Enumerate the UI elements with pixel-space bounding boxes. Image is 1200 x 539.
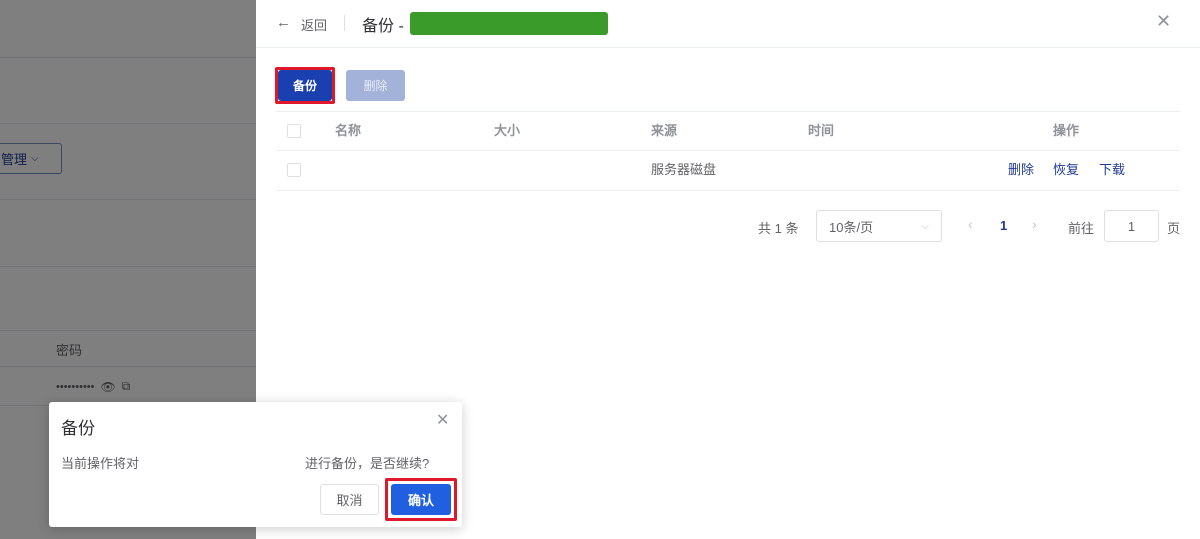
prev-page-icon[interactable]: ‹ <box>968 216 973 232</box>
column-header-time: 时间 <box>808 123 835 138</box>
current-page-number[interactable]: 1 <box>1000 218 1007 233</box>
select-all-checkbox[interactable] <box>287 124 301 138</box>
back-arrow-icon[interactable]: ← <box>276 14 291 31</box>
row-restore-link[interactable]: 恢复 <box>1053 151 1079 191</box>
column-header-name: 名称 <box>335 123 362 138</box>
column-header-size: 大小 <box>494 123 521 138</box>
goto-label: 前往 <box>1068 221 1095 236</box>
backup-table: 名称 大小 来源 时间 操作 服务器磁盘 删除 恢复 下载 <box>276 111 1180 191</box>
drawer-header: ← 返回 备份 - ✕ <box>256 0 1200 48</box>
backup-button-highlight <box>275 67 335 104</box>
goto-page-input[interactable] <box>1104 210 1159 242</box>
next-page-icon[interactable]: › <box>1032 216 1037 232</box>
delete-button: 删除 <box>346 70 405 101</box>
dialog-title: 备份 <box>61 419 95 438</box>
row-download-link[interactable]: 下载 <box>1099 151 1125 191</box>
row-source: 服务器磁盘 <box>651 162 717 177</box>
close-icon[interactable]: ✕ <box>1156 11 1171 32</box>
header-divider <box>344 15 345 31</box>
column-header-source: 来源 <box>651 123 678 138</box>
row-checkbox[interactable] <box>287 163 301 177</box>
table-header: 名称 大小 来源 时间 操作 <box>276 111 1180 151</box>
page-size-value: 10条/页 <box>829 219 874 235</box>
drawer-title: 备份 - <box>362 18 404 35</box>
column-header-actions: 操作 <box>1053 123 1080 138</box>
page-size-select[interactable]: 10条/页 ⌵ <box>816 210 942 242</box>
cancel-button[interactable]: 取消 <box>320 484 379 515</box>
close-icon[interactable]: ✕ <box>436 410 449 430</box>
pagination-total: 共 1 条 <box>758 221 799 236</box>
confirm-button-highlight <box>385 478 457 521</box>
backup-confirm-dialog: 备份 ✕ 当前操作将对 进行备份，是否继续? 取消 确认 <box>49 402 462 527</box>
dialog-message-suffix: 进行备份，是否继续? <box>305 456 430 471</box>
back-link[interactable]: 返回 <box>301 15 327 34</box>
table-row: 服务器磁盘 删除 恢复 下载 <box>276 151 1180 191</box>
redacted-server-name <box>410 12 608 35</box>
chevron-down-icon: ⌵ <box>921 220 929 232</box>
dialog-message-prefix: 当前操作将对 <box>61 456 140 471</box>
row-delete-link[interactable]: 删除 <box>1008 151 1034 191</box>
page-unit-label: 页 <box>1167 221 1181 236</box>
